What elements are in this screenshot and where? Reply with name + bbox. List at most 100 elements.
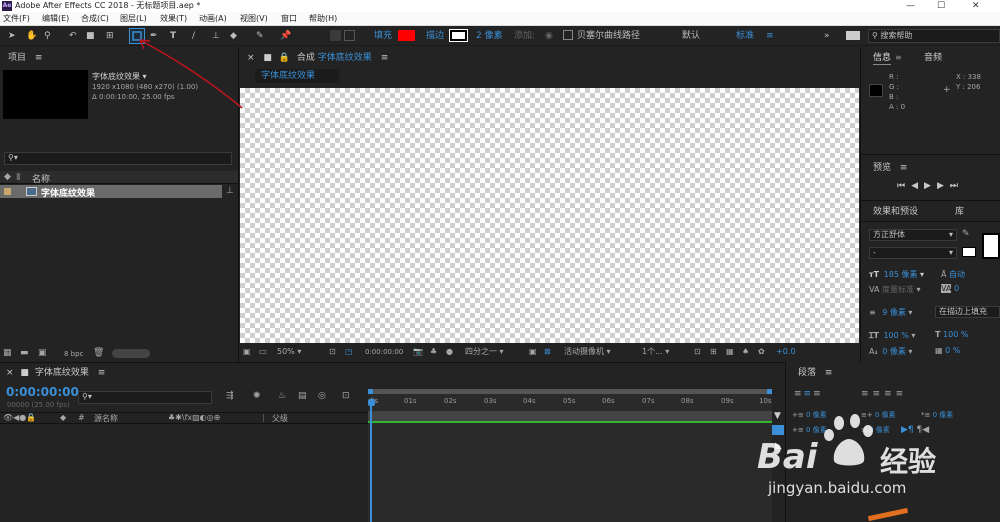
time-ruler[interactable]: 0s 01s 02s 03s 04s 05s 06s 07s 08s 09s 1… [368, 397, 772, 407]
time-graph[interactable]: 0s 01s 02s 03s 04s 05s 06s 07s 08s 09s 1… [368, 389, 772, 522]
justify-center-icon[interactable]: ≡ [873, 389, 885, 399]
frame-blending-icon[interactable]: ▤ [298, 391, 307, 401]
work-area-end[interactable] [767, 389, 772, 394]
comp-marker-icon[interactable] [772, 425, 784, 435]
work-area-start[interactable] [368, 389, 373, 394]
font-size-value[interactable]: 185 像素 [884, 270, 918, 279]
audio-tab[interactable]: 音频 [924, 51, 942, 65]
snap-toggle-icon[interactable] [330, 30, 341, 41]
leading-value[interactable]: 自动 [949, 270, 965, 279]
fit-icon[interactable]: ⊡ [329, 345, 336, 359]
monitor-icon[interactable]: ▭ [259, 345, 267, 359]
region-icon[interactable]: ◳ [345, 345, 353, 359]
comp-viewer-canvas[interactable] [240, 88, 859, 343]
snapshot-icon[interactable]: 📷 [413, 345, 423, 359]
menu-animation[interactable]: 动画(A) [199, 12, 227, 26]
last-frame-icon[interactable]: ⏭ [950, 181, 964, 191]
fast-preview-icon[interactable]: ⊞ [710, 345, 717, 359]
rotate-tool-icon[interactable]: ↶ [69, 29, 77, 43]
new-comp-icon[interactable]: ▣ [38, 348, 47, 358]
graph-editor-icon[interactable]: ⊡ [342, 391, 350, 401]
trash-icon[interactable]: 🗑 [93, 348, 104, 358]
info-tab[interactable]: 信息 [873, 51, 892, 65]
timeline-tab[interactable]: × ■ 字体底纹效果 ≡ [6, 366, 105, 380]
bezier-checkbox[interactable] [563, 30, 573, 40]
viewer-timecode[interactable]: 0:00:00:00 [365, 345, 403, 359]
stroke-label[interactable]: 描边 [426, 29, 444, 43]
views-dropdown[interactable]: 1个... ▾ [642, 345, 669, 359]
justify-left-icon[interactable]: ≡ [861, 389, 873, 399]
project-search-field[interactable]: ⚲▾ [4, 152, 232, 165]
fill-color-chip[interactable] [962, 247, 976, 257]
font-style-dropdown[interactable]: - ▾ [869, 247, 957, 259]
menu-effect[interactable]: 效果(T) [160, 12, 187, 26]
prev-frame-icon[interactable]: ◀ [911, 181, 924, 191]
flowchart-icon[interactable]: ⊥ [226, 186, 234, 196]
comp-mini-flowchart-icon[interactable]: ⇶ [226, 391, 234, 401]
paragraph-tab[interactable]: 段落 ≡ [798, 366, 832, 380]
stroke-width-value[interactable]: 9 像素 [882, 308, 906, 317]
justify-all-icon[interactable]: ≡ [896, 389, 908, 399]
ltr-icon[interactable]: ▶¶ [901, 425, 914, 435]
workspace-default[interactable]: 默认 [682, 29, 700, 43]
rtl-icon[interactable]: ¶◀ [917, 425, 930, 435]
draft-3d-icon[interactable]: ✺ [253, 391, 261, 401]
timeline-icon[interactable]: ▦ [726, 345, 734, 359]
more-workspaces-icon[interactable]: » [824, 29, 830, 43]
stroke-mode-dropdown[interactable]: 在描边上填充 [935, 306, 1000, 318]
snap-options-icon[interactable] [344, 30, 355, 41]
fill-label[interactable]: 填充 [374, 29, 392, 43]
comp-subtab[interactable]: 字体底纹效果 [255, 69, 339, 83]
menu-layer[interactable]: 图层(L) [120, 12, 147, 26]
stroke-width[interactable]: 2 像素 [476, 29, 503, 43]
toggle-pixel-icon[interactable]: ⊡ [694, 345, 701, 359]
timeline-search-field[interactable]: ⚲▾ [78, 391, 212, 404]
project-tab[interactable]: 项目 ≡ [8, 51, 42, 65]
reset-exposure-icon[interactable]: ✿ [758, 345, 765, 359]
new-folder-icon[interactable]: ▬ [20, 348, 29, 358]
puppet-tool-icon[interactable]: 📌 [280, 29, 291, 43]
close-tab-icon[interactable]: × [6, 368, 14, 378]
justify-right-icon[interactable]: ≡ [884, 389, 896, 399]
help-search-field[interactable]: ⚲ 搜索帮助 [868, 29, 1000, 43]
eyedropper-icon[interactable]: ✎ [962, 229, 970, 239]
workspace-menu-icon[interactable]: ≡ [766, 29, 774, 43]
play-icon[interactable]: ▶ [924, 181, 937, 191]
library-tab[interactable]: 库 [955, 205, 964, 219]
bpc-label[interactable]: 8 bpc [64, 350, 83, 358]
camera-tool-icon[interactable]: ■ [86, 29, 95, 43]
comp-button-icon[interactable]: ▼ [774, 411, 781, 421]
flowchart-view-icon[interactable]: ♠ [742, 345, 749, 359]
camera-dropdown[interactable]: 活动摄像机 ▾ [564, 345, 611, 359]
playhead-handle[interactable] [368, 399, 375, 406]
zoom-tool-icon[interactable]: ⚲ [44, 29, 51, 43]
lock-icon[interactable]: 🔒 [279, 53, 290, 63]
composition-tab[interactable]: × ■ 🔒 合成 字体底纹效果 ≡ [247, 51, 388, 65]
resolution-dropdown[interactable]: 四分之一 ▾ [465, 345, 504, 359]
pan-behind-tool-icon[interactable]: ⊞ [106, 29, 114, 43]
panel-menu-icon[interactable]: ≡ [381, 53, 389, 63]
close-button[interactable]: ✕ [972, 0, 980, 12]
menu-file[interactable]: 文件(F) [3, 12, 30, 26]
transparency-grid-icon[interactable]: ⊠ [544, 345, 551, 359]
panel-menu-icon[interactable]: ≡ [98, 368, 106, 378]
minimize-button[interactable]: — [906, 0, 915, 12]
fill-color-swatch[interactable] [398, 30, 415, 41]
effects-tab[interactable]: 效果和预设 [873, 205, 918, 219]
project-scrollbar[interactable] [112, 349, 150, 358]
menu-edit[interactable]: 编辑(E) [42, 12, 69, 26]
info-menu-icon[interactable]: ≡ [895, 51, 902, 65]
align-center-icon[interactable]: ≡ [804, 389, 814, 399]
preview-tab[interactable]: 预览 ≡ [873, 161, 907, 175]
roi-icon[interactable]: ▣ [529, 345, 537, 359]
zoom-dropdown[interactable]: 50% ▾ [277, 345, 301, 359]
work-area-bar[interactable] [368, 389, 772, 394]
stroke-color-swatch[interactable] [449, 29, 468, 42]
kerning-value[interactable]: 度量标准 [882, 285, 914, 294]
menu-view[interactable]: 视图(V) [240, 12, 268, 26]
menu-help[interactable]: 帮助(H) [309, 12, 337, 26]
tracking-value[interactable]: 0 [954, 284, 959, 293]
indent-first-value[interactable]: 0 像素 [933, 411, 954, 419]
menu-composition[interactable]: 合成(C) [81, 12, 109, 26]
show-snapshot-icon[interactable]: ♣ [430, 345, 437, 359]
